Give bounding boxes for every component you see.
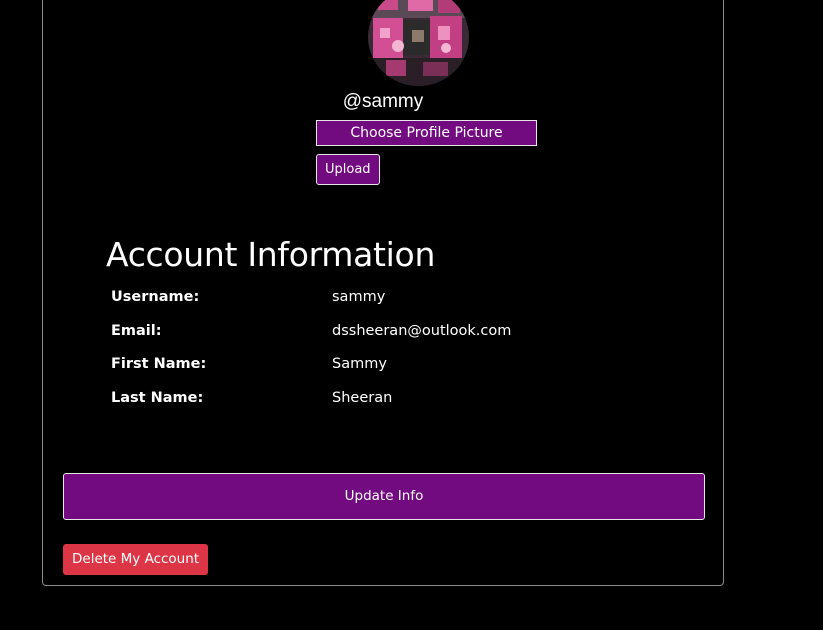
username-label: Username: <box>111 289 200 305</box>
username-value: sammy <box>332 289 386 305</box>
choose-profile-picture-button[interactable]: Choose Profile Picture <box>316 120 537 146</box>
last-name-value: Sheeran <box>332 390 393 406</box>
info-row-username: Username: sammy <box>111 289 711 311</box>
username-handle: @sammy <box>342 91 424 112</box>
upload-button[interactable]: Upload <box>316 154 380 185</box>
delete-account-button[interactable]: Delete My Account <box>63 544 209 575</box>
avatar <box>368 0 469 86</box>
last-name-label: Last Name: <box>111 390 204 406</box>
email-label: Email: <box>111 323 162 339</box>
first-name-value: Sammy <box>332 356 387 372</box>
update-info-button[interactable]: Update Info <box>63 473 705 520</box>
info-row-last-name: Last Name: Sheeran <box>111 390 711 412</box>
avatar-photo <box>368 0 469 86</box>
info-row-first-name: First Name: Sammy <box>111 356 711 378</box>
info-row-email: Email: dssheeran@outlook.com <box>111 323 711 345</box>
email-value: dssheeran@outlook.com <box>332 323 512 339</box>
account-information-heading: Account Information <box>106 235 436 274</box>
first-name-label: First Name: <box>111 356 207 372</box>
